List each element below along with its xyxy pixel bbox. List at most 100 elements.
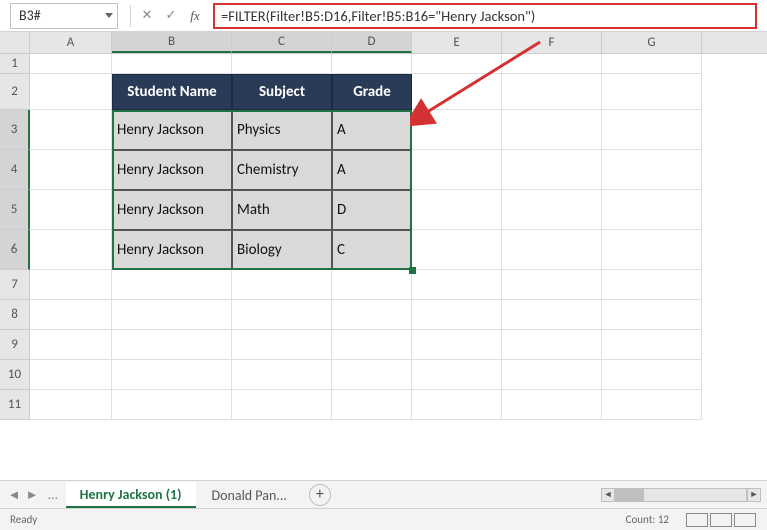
cell-G10[interactable] [602, 360, 702, 390]
cell-A2[interactable] [30, 74, 112, 110]
cell-F9[interactable] [502, 330, 602, 360]
cell-D8[interactable] [332, 300, 412, 330]
cell-C4[interactable]: Chemistry [232, 150, 332, 190]
cell-B5[interactable]: Henry Jackson [112, 190, 232, 230]
enter-icon[interactable]: ✓ [159, 4, 183, 28]
scroll-track[interactable] [615, 488, 747, 502]
cell-G7[interactable] [602, 270, 702, 300]
chevron-down-icon[interactable] [105, 13, 113, 18]
row-header-11[interactable]: 11 [0, 390, 30, 420]
col-header-F[interactable]: F [502, 32, 602, 53]
cell-G11[interactable] [602, 390, 702, 420]
tab-nav-next-icon[interactable]: ► [24, 487, 40, 503]
cell-G5[interactable] [602, 190, 702, 230]
cell-E11[interactable] [412, 390, 502, 420]
cell-D7[interactable] [332, 270, 412, 300]
header-subject[interactable]: Subject [232, 74, 332, 110]
cell-F4[interactable] [502, 150, 602, 190]
cell-A7[interactable] [30, 270, 112, 300]
name-box[interactable]: B3# [10, 3, 118, 29]
cell-A6[interactable] [30, 230, 112, 270]
cell-C7[interactable] [232, 270, 332, 300]
cell-G2[interactable] [602, 74, 702, 110]
cell-D6[interactable]: C [332, 230, 412, 270]
cell-F11[interactable] [502, 390, 602, 420]
cell-E1[interactable] [412, 54, 502, 74]
cell-B11[interactable] [112, 390, 232, 420]
cell-E9[interactable] [412, 330, 502, 360]
cell-G3[interactable] [602, 110, 702, 150]
cell-B8[interactable] [112, 300, 232, 330]
cell-F2[interactable] [502, 74, 602, 110]
cell-E4[interactable] [412, 150, 502, 190]
cell-E8[interactable] [412, 300, 502, 330]
cell-C10[interactable] [232, 360, 332, 390]
cell-C3[interactable]: Physics [232, 110, 332, 150]
row-header-6[interactable]: 6 [0, 230, 30, 270]
cell-A5[interactable] [30, 190, 112, 230]
row-header-10[interactable]: 10 [0, 360, 30, 390]
cell-G4[interactable] [602, 150, 702, 190]
select-all-corner[interactable] [0, 32, 30, 53]
row-header-4[interactable]: 4 [0, 150, 30, 190]
cell-E3[interactable] [412, 110, 502, 150]
scroll-left-icon[interactable]: ◄ [601, 488, 615, 502]
horizontal-scrollbar[interactable]: ◄ ► [601, 488, 761, 502]
cell-E6[interactable] [412, 230, 502, 270]
fx-icon[interactable]: fx [183, 4, 207, 28]
cell-A4[interactable] [30, 150, 112, 190]
cancel-icon[interactable]: ✕ [135, 4, 159, 28]
add-sheet-icon[interactable]: + [309, 484, 331, 506]
row-header-9[interactable]: 9 [0, 330, 30, 360]
sheet-tab-inactive[interactable]: Donald Pan... [198, 482, 301, 508]
cell-F8[interactable] [502, 300, 602, 330]
cell-D4[interactable]: A [332, 150, 412, 190]
cell-D10[interactable] [332, 360, 412, 390]
cell-D11[interactable] [332, 390, 412, 420]
normal-view-icon[interactable] [686, 513, 708, 527]
cell-G9[interactable] [602, 330, 702, 360]
cell-A9[interactable] [30, 330, 112, 360]
header-grade[interactable]: Grade [332, 74, 412, 110]
cell-E2[interactable] [412, 74, 502, 110]
cell-C1[interactable] [232, 54, 332, 74]
row-header-8[interactable]: 8 [0, 300, 30, 330]
cell-C9[interactable] [232, 330, 332, 360]
cell-D3[interactable]: A [332, 110, 412, 150]
row-header-1[interactable]: 1 [0, 54, 30, 74]
col-header-A[interactable]: A [30, 32, 112, 53]
cell-C6[interactable]: Biology [232, 230, 332, 270]
cell-A10[interactable] [30, 360, 112, 390]
col-header-D[interactable]: D [332, 32, 412, 53]
row-header-5[interactable]: 5 [0, 190, 30, 230]
cell-A11[interactable] [30, 390, 112, 420]
cell-D1[interactable] [332, 54, 412, 74]
cell-D5[interactable]: D [332, 190, 412, 230]
cell-A3[interactable] [30, 110, 112, 150]
cell-B1[interactable] [112, 54, 232, 74]
cell-G8[interactable] [602, 300, 702, 330]
cell-G1[interactable] [602, 54, 702, 74]
row-header-2[interactable]: 2 [0, 74, 30, 110]
formula-input[interactable]: =FILTER(Filter!B5:D16,Filter!B5:B16="Hen… [213, 3, 757, 29]
cell-F10[interactable] [502, 360, 602, 390]
cell-F3[interactable] [502, 110, 602, 150]
cell-A1[interactable] [30, 54, 112, 74]
cell-B9[interactable] [112, 330, 232, 360]
cell-C8[interactable] [232, 300, 332, 330]
cell-F6[interactable] [502, 230, 602, 270]
col-header-B[interactable]: B [112, 32, 232, 53]
row-header-3[interactable]: 3 [0, 110, 30, 150]
cell-F1[interactable] [502, 54, 602, 74]
cell-A8[interactable] [30, 300, 112, 330]
tab-overflow-icon[interactable]: … [42, 486, 64, 503]
cell-E5[interactable] [412, 190, 502, 230]
cell-G6[interactable] [602, 230, 702, 270]
cell-B6[interactable]: Henry Jackson [112, 230, 232, 270]
col-header-G[interactable]: G [602, 32, 702, 53]
page-layout-view-icon[interactable] [710, 513, 732, 527]
cell-D9[interactable] [332, 330, 412, 360]
cell-B3[interactable]: Henry Jackson [112, 110, 232, 150]
sheet-tab-active[interactable]: Henry Jackson (1) [66, 482, 196, 508]
cell-B10[interactable] [112, 360, 232, 390]
